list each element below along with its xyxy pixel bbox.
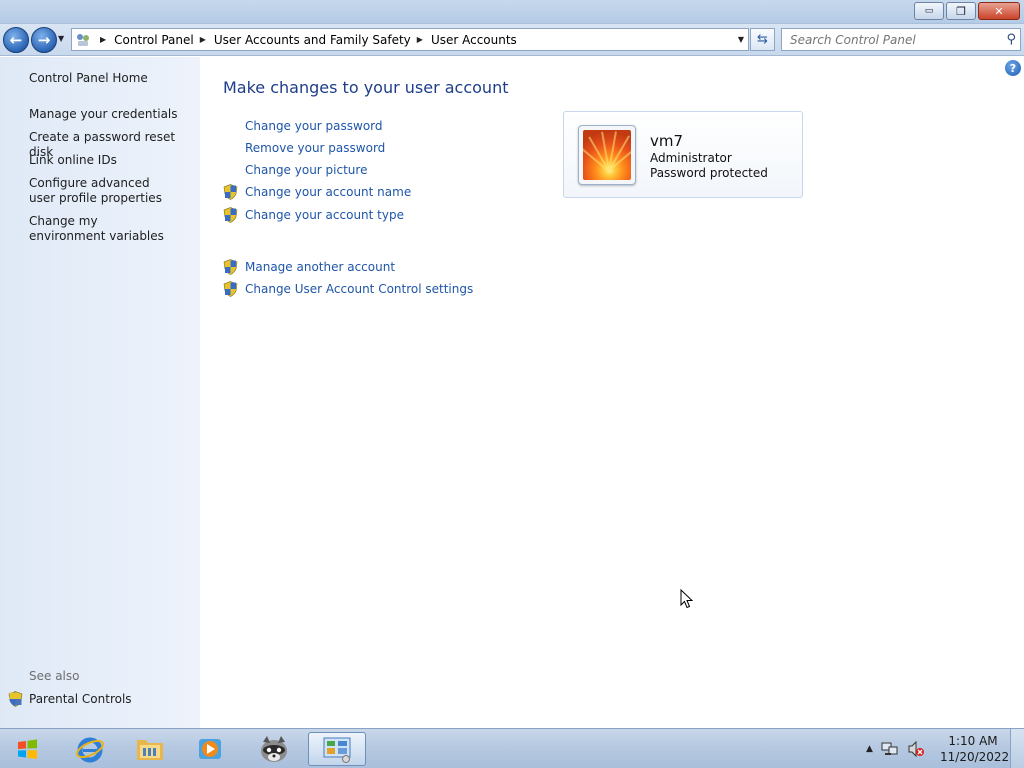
uac-shield-icon <box>223 184 238 200</box>
avatar[interactable] <box>578 125 636 185</box>
arrow-right-icon: → <box>37 31 51 49</box>
chevron-up-icon[interactable]: ▲ <box>866 744 873 754</box>
change-account-type-link[interactable]: Change your account type <box>245 208 404 222</box>
arrow-left-icon: ← <box>9 31 23 49</box>
taskbar-control-panel[interactable] <box>308 732 366 766</box>
minimize-button[interactable]: ▭ <box>914 2 944 20</box>
sidebar-item-parental-controls[interactable]: Parental Controls <box>8 691 132 707</box>
taskbar-raccoon-app[interactable] <box>248 732 300 766</box>
remove-password-link[interactable]: Remove your password <box>245 141 385 155</box>
search-box[interactable]: ⚲ <box>781 28 1021 51</box>
chevron-right-icon[interactable]: ▶ <box>417 35 423 44</box>
taskbar-windows-explorer[interactable] <box>124 732 176 766</box>
sidebar-item-manage-credentials[interactable]: Manage your credentials <box>29 107 194 122</box>
recent-pages-dropdown[interactable]: ▼ <box>58 34 64 43</box>
media-player-icon <box>199 739 221 759</box>
breadcrumb-control-panel[interactable]: Control Panel <box>114 33 194 47</box>
user-password-status: Password protected <box>650 166 768 180</box>
main-content: ? Make changes to your user account Chan… <box>200 57 1024 728</box>
internet-explorer-icon <box>76 737 104 763</box>
system-tray: ▲ <box>866 729 925 768</box>
manage-another-account-link[interactable]: Manage another account <box>245 260 395 274</box>
folder-icon <box>137 740 163 760</box>
sidebar-item-link-online-ids[interactable]: Link online IDs <box>29 153 194 168</box>
taskbar-internet-explorer[interactable] <box>64 732 116 766</box>
change-account-name-link[interactable]: Change your account name <box>245 185 411 199</box>
close-button[interactable]: ✕ <box>978 2 1020 20</box>
refresh-button[interactable]: ⇆ <box>750 28 775 51</box>
chevron-right-icon[interactable]: ▶ <box>200 35 206 44</box>
uac-shield-icon <box>223 207 238 223</box>
show-desktop-button[interactable] <box>1010 729 1024 768</box>
volume-muted-icon[interactable] <box>907 741 925 757</box>
user-picture <box>583 130 631 180</box>
close-icon: ✕ <box>994 4 1004 18</box>
page-title: Make changes to your user account <box>223 78 509 97</box>
caption-buttons: ▭ ❐ ✕ <box>914 2 1020 20</box>
uac-shield-icon <box>223 281 238 297</box>
network-icon[interactable] <box>881 741 899 757</box>
sidebar-item-environment-variables[interactable]: Change my environment variables <box>29 214 169 244</box>
chevron-right-icon[interactable]: ▶ <box>100 35 106 44</box>
sidebar-item-control-panel-home[interactable]: Control Panel Home <box>29 71 194 86</box>
change-picture-link[interactable]: Change your picture <box>245 163 367 177</box>
control-panel-icon <box>323 737 351 763</box>
uac-shield-icon <box>8 691 23 707</box>
help-icon: ? <box>1009 61 1017 75</box>
left-navigation-pane: Control Panel Home Manage your credentia… <box>0 57 200 728</box>
taskbar-media-player[interactable] <box>184 732 236 766</box>
back-button[interactable]: ← <box>3 27 29 53</box>
breadcrumb-user-accounts-family-safety[interactable]: User Accounts and Family Safety <box>214 33 411 47</box>
control-panel-icon <box>72 29 94 50</box>
uac-settings-link[interactable]: Change User Account Control settings <box>245 282 473 296</box>
taskbar: ▲ 1:10 AM 11/20/2022 <box>0 728 1024 768</box>
user-account-card: vm7 Administrator Password protected <box>563 111 803 198</box>
parental-controls-label: Parental Controls <box>29 692 132 706</box>
breadcrumb-user-accounts[interactable]: User Accounts <box>431 33 517 47</box>
change-password-link[interactable]: Change your password <box>245 119 383 133</box>
raccoon-icon <box>261 736 287 762</box>
clock-date: 11/20/2022 <box>940 750 1010 764</box>
see-also-heading: See also <box>29 669 80 683</box>
start-button[interactable] <box>8 735 48 763</box>
forward-button[interactable]: → <box>31 27 57 53</box>
chevron-down-icon[interactable]: ▼ <box>738 35 744 44</box>
uac-shield-icon <box>223 259 238 275</box>
maximize-button[interactable]: ❐ <box>946 2 976 20</box>
windows-logo-icon <box>18 739 37 759</box>
window-titlebar: ▭ ❐ ✕ <box>0 0 1024 24</box>
search-icon[interactable]: ⚲ <box>1006 32 1016 47</box>
sidebar-item-advanced-profile[interactable]: Configure advanced user profile properti… <box>29 176 169 206</box>
clock-time: 1:10 AM <box>948 734 998 748</box>
mouse-cursor-icon <box>680 589 694 609</box>
restore-icon: ❐ <box>956 4 966 18</box>
address-bar[interactable]: ▶ Control Panel ▶ User Accounts and Fami… <box>71 28 749 51</box>
help-button[interactable]: ? <box>1005 60 1021 76</box>
user-name: vm7 <box>650 132 684 150</box>
navigation-bar: ← → ▼ ▶ Control Panel ▶ User Accounts an… <box>0 24 1024 56</box>
search-input[interactable] <box>790 32 990 47</box>
refresh-icon: ⇆ <box>757 32 768 47</box>
minimize-icon: ▭ <box>924 6 934 16</box>
user-role: Administrator <box>650 151 732 165</box>
clock[interactable]: 1:10 AM 11/20/2022 <box>940 733 1010 765</box>
